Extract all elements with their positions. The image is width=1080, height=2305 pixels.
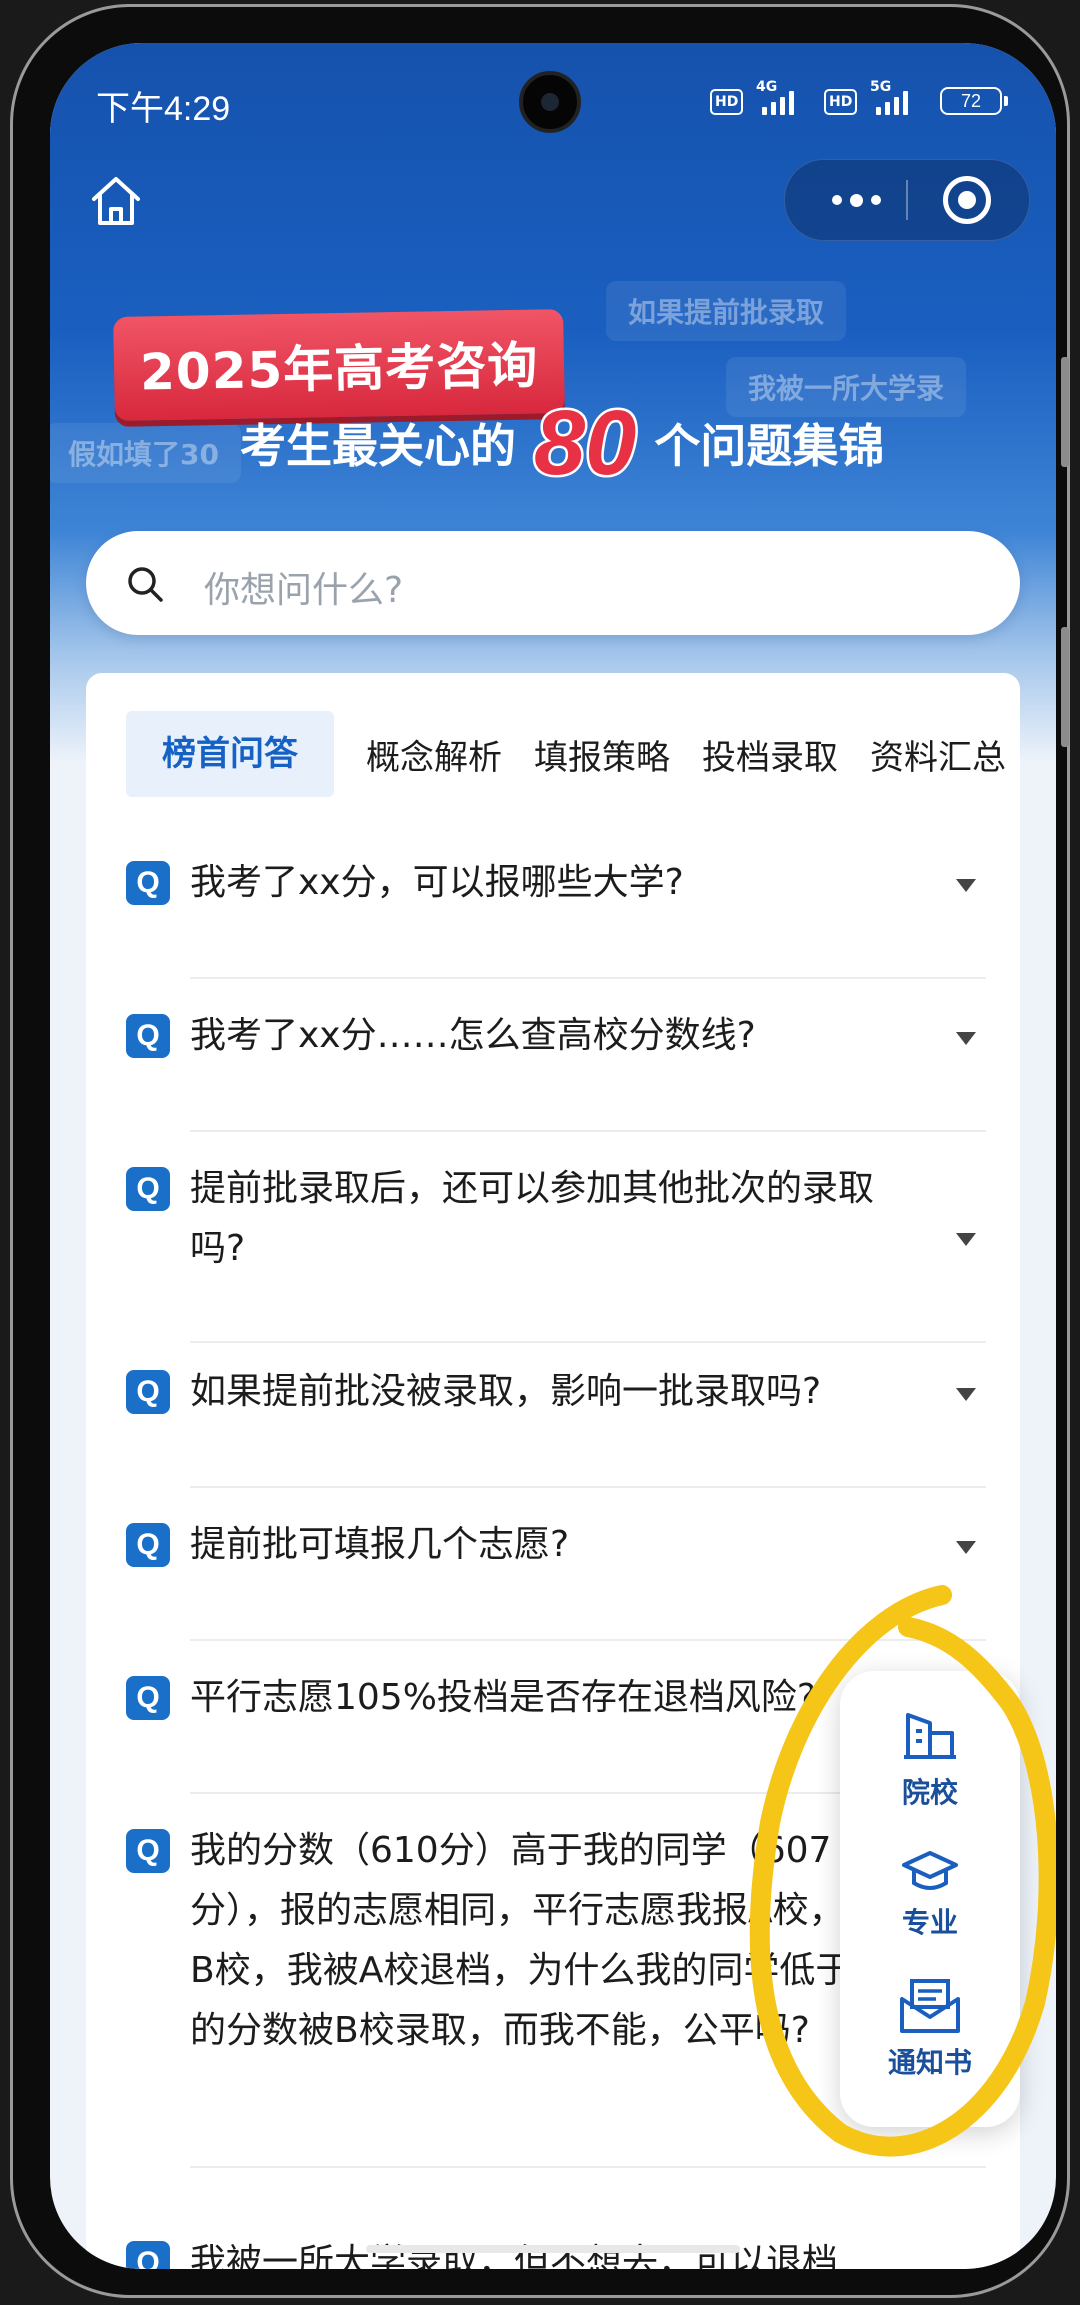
question-item[interactable]: Q 提前批录取后，还可以参加其他批次的录取吗? <box>126 1159 986 1349</box>
shortcut-label: 通知书 <box>887 2046 972 2079</box>
shortcut-notice-letter[interactable]: 通知书 <box>840 1977 1020 2081</box>
shortcut-colleges[interactable]: 院校 <box>840 1705 1020 1811</box>
question-icon: Q <box>126 1829 170 1873</box>
status-time: 下午4:29 <box>96 90 231 128</box>
divider <box>190 977 986 979</box>
letter-icon <box>900 1979 960 2033</box>
question-icon: Q <box>126 861 170 905</box>
tab-concepts[interactable]: 概念解析 <box>366 730 502 779</box>
question-item[interactable]: Q 提前批可填报几个志愿? <box>126 1515 986 1645</box>
question-text: 我考了xx分……怎么查高校分数线? <box>190 1015 756 1056</box>
floating-question-bubble: 如果提前批录取 <box>606 281 847 341</box>
chevron-down-icon[interactable] <box>956 1032 976 1045</box>
power-button <box>1061 627 1069 747</box>
divider <box>190 2166 986 2168</box>
question-text: 如果提前批没被录取，影响一批录取吗? <box>190 1371 822 1412</box>
divider <box>190 1486 986 1488</box>
home-gesture-bar[interactable] <box>366 2245 740 2253</box>
signal-icon <box>762 89 794 115</box>
shortcut-label: 专业 <box>901 1906 958 1939</box>
question-item[interactable]: Q 我考了xx分，可以报哪些大学? <box>126 853 986 983</box>
screen: 如果提前批录取 我被一所大学录 假如填了30 2025年高考咨询 考生最关心的 … <box>50 43 1056 2269</box>
divider <box>190 1341 986 1343</box>
question-icon: Q <box>126 1167 170 1211</box>
subtitle-number: 80 <box>531 392 638 494</box>
phone-frame: 如果提前批录取 我被一所大学录 假如填了30 2025年高考咨询 考生最关心的 … <box>10 4 1070 2298</box>
question-icon: Q <box>126 1370 170 1414</box>
volume-button <box>1061 357 1069 467</box>
question-item[interactable]: Q 如果提前批没被录取，影响一批录取吗? <box>126 1362 986 1492</box>
question-icon: Q <box>126 2241 170 2269</box>
graduation-cap-icon <box>902 1851 958 1890</box>
question-text: 我的分数（610分）高于我的同学（607分），报的志愿相同，平行志愿我报A校，他… <box>190 1830 917 2051</box>
close-target-icon[interactable] <box>943 176 991 224</box>
category-tabs: 榜首问答 概念解析 填报策略 投档录取 资料汇总 <box>126 711 1020 797</box>
building-icon <box>904 1713 956 1759</box>
floating-shortcut-menu: 院校 专业 通知书 <box>840 1671 1020 2127</box>
question-item[interactable]: Q 我考了xx分……怎么查高校分数线? <box>126 1006 986 1136</box>
search-bar[interactable]: 你想问什么? <box>86 531 1020 635</box>
question-icon: Q <box>126 1676 170 1720</box>
more-dots-icon[interactable] <box>821 160 891 240</box>
search-placeholder: 你想问什么? <box>204 570 404 611</box>
front-camera <box>519 71 581 133</box>
question-text: 我考了xx分，可以报哪些大学? <box>190 862 684 903</box>
hd-badge: HD <box>710 83 744 117</box>
question-icon: Q <box>126 1523 170 1567</box>
subtitle-suffix: 个问题集锦 <box>654 419 885 473</box>
question-icon: Q <box>126 1014 170 1058</box>
tab-top-questions[interactable]: 榜首问答 <box>126 711 334 797</box>
status-bar: 下午4:29 HD 4G HD 5G 72 <box>50 43 1056 163</box>
chevron-down-icon[interactable] <box>956 1388 976 1401</box>
tab-admission[interactable]: 投档录取 <box>702 730 838 779</box>
banner-subtitle: 考生最关心的 80 个问题集锦 <box>240 392 885 494</box>
question-text: 提前批可填报几个志愿? <box>190 1524 570 1565</box>
question-text: 平行志愿105%投档是否存在退档风险? <box>190 1677 817 1718</box>
search-icon <box>128 567 163 602</box>
battery-indicator: 72 <box>940 87 1008 115</box>
signal-icon <box>876 89 908 115</box>
mini-program-capsule <box>784 159 1030 241</box>
shortcut-majors[interactable]: 专业 <box>840 1849 1020 1941</box>
home-icon[interactable] <box>86 171 146 231</box>
subtitle-prefix: 考生最关心的 <box>240 419 516 473</box>
hd-badge: HD <box>824 83 858 117</box>
divider <box>190 1639 986 1641</box>
divider <box>190 1130 986 1132</box>
chevron-down-icon[interactable] <box>956 1233 976 1246</box>
tab-resources[interactable]: 资料汇总 <box>870 730 1006 779</box>
chevron-down-icon[interactable] <box>956 879 976 892</box>
capsule-divider <box>906 180 908 220</box>
tab-strategy[interactable]: 填报策略 <box>534 730 670 779</box>
shortcut-label: 院校 <box>901 1776 958 1809</box>
floating-question-bubble: 假如填了30 <box>50 423 241 483</box>
chevron-down-icon[interactable] <box>956 1541 976 1554</box>
question-text: 提前批录取后，还可以参加其他批次的录取吗? <box>190 1168 875 1269</box>
